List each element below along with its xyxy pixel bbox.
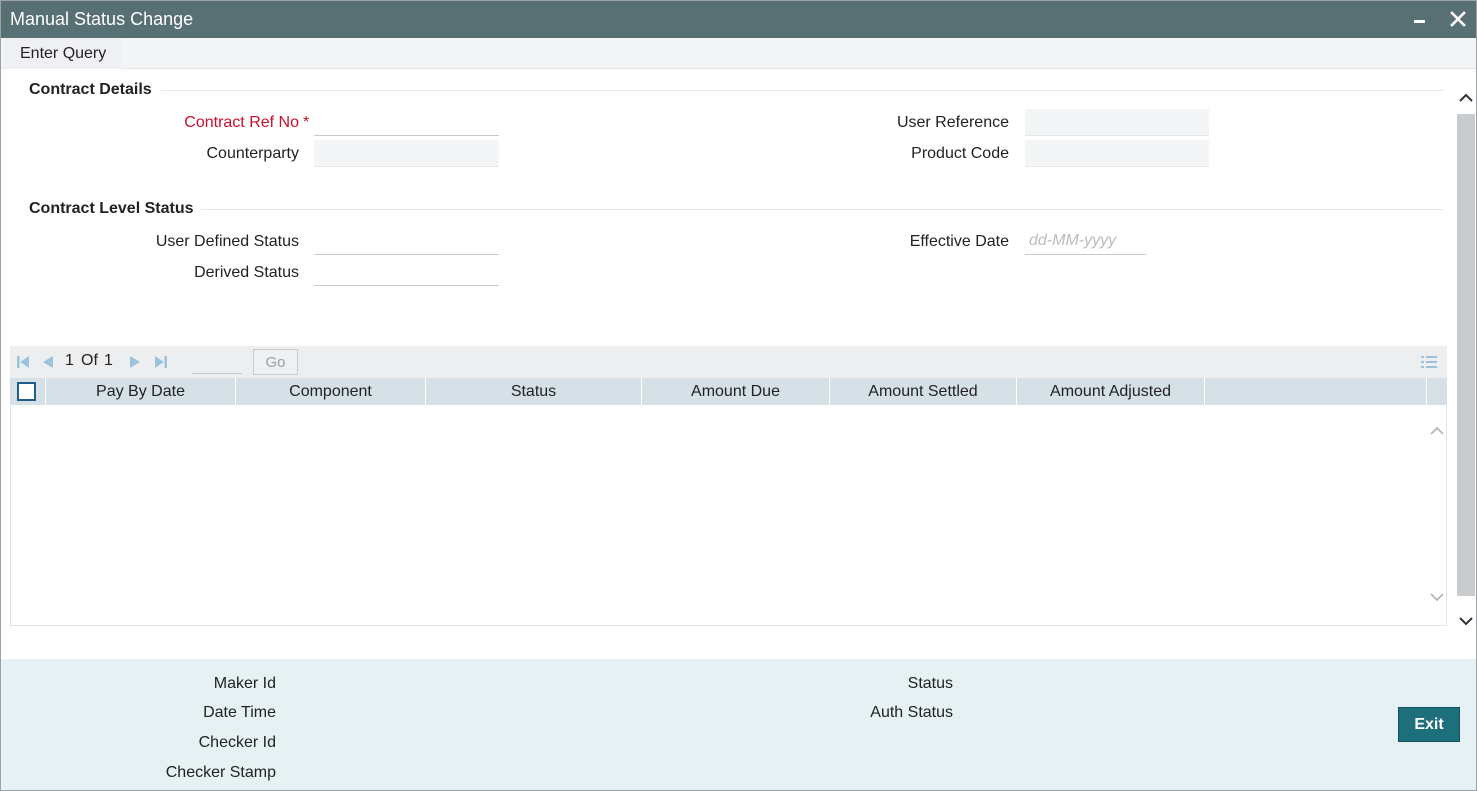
product-code-field[interactable] [1025, 140, 1209, 167]
user-defined-status-field[interactable] [314, 228, 499, 255]
date-time-label: Date Time [203, 704, 276, 721]
minimize-icon[interactable] [1408, 7, 1432, 31]
total-pages: 1 [104, 352, 113, 369]
manual-status-change-window: Manual Status Change Enter Query Contrac… [0, 0, 1477, 791]
user-reference-field[interactable] [1025, 109, 1209, 136]
auth-status-label: Auth Status [870, 704, 953, 721]
select-all-cell [10, 378, 46, 405]
page-of-label: Of [81, 352, 98, 369]
page-number-input[interactable] [192, 350, 242, 374]
column-header[interactable]: Status [426, 378, 642, 405]
record-status-label: Status [907, 675, 953, 692]
list-icon[interactable] [1420, 354, 1438, 370]
counterparty-field[interactable] [314, 140, 499, 167]
grid-toolbar: 1 Of 1 Go [10, 346, 1447, 378]
scroll-down-icon[interactable] [1458, 613, 1474, 629]
column-header-spacer [1205, 378, 1427, 405]
column-header[interactable]: Amount Settled [830, 378, 1017, 405]
column-header[interactable]: Component [236, 378, 426, 405]
menu-bar: Enter Query [1, 38, 1476, 69]
last-page-icon[interactable] [153, 354, 169, 370]
column-header[interactable]: Amount Due [642, 378, 830, 405]
next-page-icon[interactable] [127, 354, 143, 370]
contract-ref-no-field[interactable] [314, 109, 499, 136]
close-icon[interactable] [1446, 7, 1470, 31]
contract-ref-no-label: Contract Ref No [184, 114, 299, 131]
checker-id-label: Checker Id [198, 734, 276, 751]
column-header[interactable]: Amount Adjusted [1017, 378, 1205, 405]
effective-date-field[interactable] [1025, 228, 1146, 255]
enter-query-menu-item[interactable]: Enter Query [4, 38, 122, 69]
grid-body [10, 405, 1447, 626]
checker-stamp-label: Checker Stamp [165, 764, 276, 781]
contract-level-status-section-title: Contract Level Status [29, 200, 194, 217]
scroll-up-icon[interactable] [1458, 90, 1474, 106]
column-header[interactable]: Pay By Date [46, 378, 236, 405]
prev-page-icon[interactable] [40, 354, 56, 370]
user-defined-status-label: User Defined Status [155, 233, 299, 250]
grid-scroll-down-icon[interactable] [1429, 589, 1445, 605]
user-reference-label: User Reference [896, 114, 1009, 131]
contract-details-section-title: Contract Details [29, 81, 152, 98]
grid-header: Pay By Date Component Status Amount Due … [10, 378, 1447, 405]
current-page: 1 [65, 352, 74, 369]
section-divider [161, 90, 1443, 91]
exit-button[interactable]: Exit [1398, 707, 1460, 742]
select-all-checkbox[interactable] [17, 382, 36, 401]
grid-scroll-up-icon[interactable] [1429, 423, 1445, 439]
product-code-label: Product Code [911, 145, 1009, 162]
first-page-icon[interactable] [15, 354, 31, 370]
go-button[interactable]: Go [253, 349, 298, 375]
counterparty-label: Counterparty [206, 145, 300, 162]
derived-status-field[interactable] [314, 259, 499, 286]
section-divider [201, 209, 1443, 210]
effective-date-label: Effective Date [909, 233, 1009, 250]
maker-id-label: Maker Id [213, 675, 276, 692]
scrollbar-thumb[interactable] [1457, 114, 1475, 596]
audit-footer: Maker Id Date Time Checker Id Checker St… [1, 659, 1476, 790]
derived-status-label: Derived Status [194, 264, 299, 281]
window-title: Manual Status Change [10, 9, 194, 29]
vertical-scrollbar[interactable] [1456, 70, 1476, 648]
title-bar: Manual Status Change [1, 1, 1476, 38]
